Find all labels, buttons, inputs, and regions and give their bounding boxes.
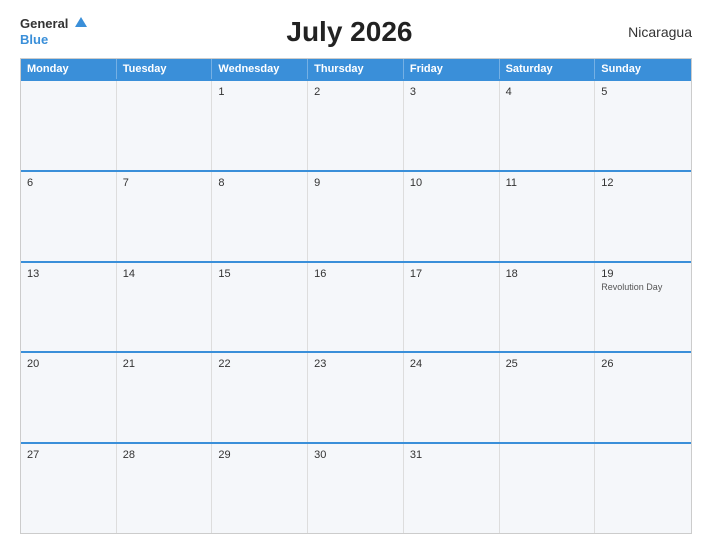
day-number: 26: [601, 358, 685, 370]
holiday-label: Revolution Day: [601, 282, 685, 293]
day-cell: 3: [404, 81, 500, 170]
day-cell: 14: [117, 263, 213, 352]
day-number: 30: [314, 449, 397, 461]
day-cell: 19 Revolution Day: [595, 263, 691, 352]
week-row-3: 13 14 15 16 17 18 19 Revolution Day: [21, 261, 691, 352]
day-cell: 15: [212, 263, 308, 352]
day-cell: 12: [595, 172, 691, 261]
day-cell: [500, 444, 596, 533]
week-row-2: 6 78 9 10 11 12: [21, 170, 691, 261]
day-number: 1: [218, 86, 301, 98]
week-row-1: 1 2 3 45: [21, 79, 691, 170]
logo-bottom: Blue: [20, 32, 87, 48]
day-number: 5: [601, 86, 685, 98]
day-number: 4: [506, 86, 589, 98]
day-number: 29: [218, 449, 301, 461]
day-header-wednesday: Wednesday: [212, 59, 308, 79]
day-number: 23: [314, 358, 397, 370]
day-number: 10: [410, 177, 493, 189]
day-cell: 23: [308, 353, 404, 442]
day-number: 24: [410, 358, 493, 370]
day-number: 31: [410, 449, 493, 461]
day-cell: 7: [117, 172, 213, 261]
day-cell: 21: [117, 353, 213, 442]
day-header-friday: Friday: [404, 59, 500, 79]
day-cell: 31: [404, 444, 500, 533]
day-number: 22: [218, 358, 301, 370]
day-number: 27: [27, 449, 110, 461]
day-cell: 9: [308, 172, 404, 261]
day-cell: 27: [21, 444, 117, 533]
day-number: 7: [123, 177, 206, 189]
day-number: 15: [218, 268, 301, 280]
day-number: 17: [410, 268, 493, 280]
day-cell: [595, 444, 691, 533]
logo-triangle-icon: [75, 17, 87, 27]
week-row-4: 20 21 22 23 24 25 26: [21, 351, 691, 442]
day-cell: 30: [308, 444, 404, 533]
day-cell: 2: [308, 81, 404, 170]
day-cell: 8: [212, 172, 308, 261]
day-number: 11: [506, 177, 589, 189]
day-number: 9: [314, 177, 397, 189]
day-header-saturday: Saturday: [500, 59, 596, 79]
day-number: 19: [601, 268, 685, 280]
day-cell: 6: [21, 172, 117, 261]
day-number: 21: [123, 358, 206, 370]
day-cell: [21, 81, 117, 170]
day-cell: 26: [595, 353, 691, 442]
day-cell: 1: [212, 81, 308, 170]
day-number: 18: [506, 268, 589, 280]
logo-top: General: [20, 16, 87, 32]
header: General Blue July 2026 Nicaragua: [20, 16, 692, 48]
day-number: 16: [314, 268, 397, 280]
day-cell: 28: [117, 444, 213, 533]
country-label: Nicaragua: [612, 24, 692, 40]
day-number: 28: [123, 449, 206, 461]
day-cell: 4: [500, 81, 596, 170]
day-header-thursday: Thursday: [308, 59, 404, 79]
day-cell: 22: [212, 353, 308, 442]
calendar-page: General Blue July 2026 Nicaragua MondayT…: [0, 0, 712, 550]
day-number: 2: [314, 86, 397, 98]
day-header-sunday: Sunday: [595, 59, 691, 79]
day-cell: 17: [404, 263, 500, 352]
day-header-tuesday: Tuesday: [117, 59, 213, 79]
day-cell: 29: [212, 444, 308, 533]
logo-general-text: General: [20, 16, 68, 31]
day-number: 6: [27, 177, 110, 189]
month-title: July 2026: [87, 16, 612, 48]
day-number: 12: [601, 177, 685, 189]
calendar: MondayTuesdayWednesdayThursdayFridaySatu…: [20, 58, 692, 534]
logo: General Blue: [20, 16, 87, 48]
day-cell: [117, 81, 213, 170]
day-number: 14: [123, 268, 206, 280]
day-number: 13: [27, 268, 110, 280]
day-cell: 11: [500, 172, 596, 261]
week-row-5: 27 28 29 30 31: [21, 442, 691, 533]
day-cell: 16: [308, 263, 404, 352]
day-number: 25: [506, 358, 589, 370]
day-cell: 24: [404, 353, 500, 442]
day-number: 8: [218, 177, 301, 189]
day-cell: 20: [21, 353, 117, 442]
day-cell: 25: [500, 353, 596, 442]
weeks: 12345678910111213141516171819Revolution …: [21, 79, 691, 533]
day-cell: 5: [595, 81, 691, 170]
day-cell: 18: [500, 263, 596, 352]
day-number: 3: [410, 86, 493, 98]
logo-blue-text: Blue: [20, 32, 48, 47]
day-header-monday: Monday: [21, 59, 117, 79]
day-cell: 10: [404, 172, 500, 261]
day-cell: 13: [21, 263, 117, 352]
day-number: 20: [27, 358, 110, 370]
day-headers: MondayTuesdayWednesdayThursdayFridaySatu…: [21, 59, 691, 79]
